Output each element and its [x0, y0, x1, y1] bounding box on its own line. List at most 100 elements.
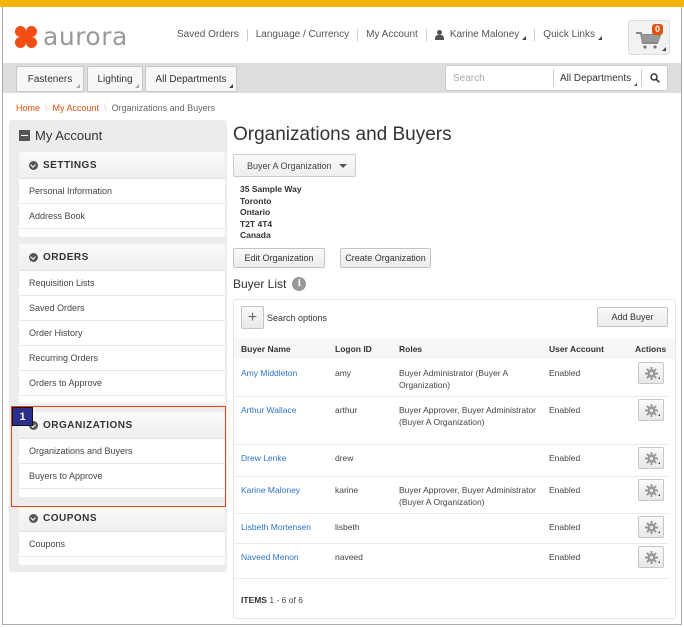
cart-button[interactable]: 0 [628, 20, 670, 55]
sidebar-section-coupons: COUPONS Coupons [19, 505, 225, 565]
add-buyer-button[interactable]: Add Buyer [597, 307, 668, 327]
sidebar-item-label: Order History [29, 328, 83, 338]
chevron-down-icon [29, 513, 38, 523]
sidebar-section-settings: SETTINGS Personal Information Address Bo… [19, 152, 225, 237]
nav-saved-orders[interactable]: Saved Orders [169, 29, 248, 41]
user-account-cell: Enabled [549, 522, 581, 532]
button-label: Lighting [97, 73, 133, 85]
table-header: Buyer Name Logon ID Roles User Account A… [234, 338, 675, 359]
create-organization-button[interactable]: Create Organization [340, 248, 431, 268]
column-header-logon-id[interactable]: Logon ID [335, 344, 372, 354]
sidebar-item-saved-orders[interactable]: Saved Orders [19, 296, 225, 321]
sidebar-title[interactable]: My Account [19, 128, 102, 143]
sidebar-item-requisition-lists[interactable]: Requisition Lists [19, 271, 225, 296]
edit-organization-button[interactable]: Edit Organization [233, 248, 325, 268]
breadcrumb: Home \ My Account \ Organizations and Bu… [16, 103, 215, 113]
dropdown-corner-icon [135, 84, 139, 88]
buyer-list-title: Buyer List i [233, 277, 307, 291]
organization-address: 35 Sample Way Toronto Ontario T2T 4T4 Ca… [240, 184, 302, 242]
buyer-list-title-label: Buyer List [233, 277, 287, 291]
dropdown-corner-icon [597, 36, 602, 40]
column-header-buyer-name[interactable]: Buyer Name [241, 344, 291, 354]
nav-label: Saved Orders [177, 29, 239, 40]
plus-icon: + [247, 308, 258, 326]
row-actions-button[interactable] [638, 362, 664, 384]
address-line: 35 Sample Way [240, 184, 302, 194]
sidebar-item-personal-information[interactable]: Personal Information [19, 179, 225, 204]
table-row: Arthur Wallace arthur Buyer Approver, Buye… [234, 397, 668, 445]
info-icon[interactable]: i [292, 277, 307, 291]
row-actions-button[interactable] [638, 516, 664, 538]
collapse-icon [19, 130, 30, 141]
search-department-select[interactable]: All Departments [553, 69, 641, 87]
column-header-user-account: User Account [549, 344, 604, 354]
section-header-coupons[interactable]: COUPONS [19, 505, 225, 532]
sidebar-item-label: Saved Orders [29, 303, 85, 313]
nav-my-account[interactable]: My Account [358, 29, 427, 41]
section-title: SETTINGS [43, 159, 98, 171]
nav-label: Karine Maloney [449, 29, 520, 40]
search-button[interactable] [641, 69, 667, 87]
sidebar-item-recurring-orders[interactable]: Recurring Orders [19, 346, 225, 371]
organization-select[interactable]: Buyer A Organization [233, 154, 356, 177]
table-row: Karine Maloney karine Buyer Approver, Buye… [234, 477, 668, 514]
buyer-name-link[interactable]: Drew Lenke [241, 453, 286, 463]
dept-lighting-button[interactable]: Lighting [87, 66, 143, 92]
button-label: All Departments [155, 73, 227, 85]
address-line: Canada [240, 230, 271, 240]
search-input[interactable] [446, 66, 553, 90]
nav-label: My Account [366, 29, 418, 40]
dropdown-corner-icon [522, 36, 527, 40]
breadcrumb-separator: \ [104, 103, 107, 113]
dropdown-corner-icon [76, 84, 80, 88]
sidebar-item-label: Personal Information [29, 186, 113, 196]
row-actions-button[interactable] [638, 399, 664, 421]
nav-quick-links[interactable]: Quick Links [535, 29, 610, 41]
logon-id-cell: arthur [335, 405, 358, 415]
buyer-name-link[interactable]: Karine Maloney [241, 485, 300, 495]
breadcrumb-my-account[interactable]: My Account [53, 103, 100, 113]
section-title: COUPONS [43, 512, 98, 524]
user-account-cell: Enabled [549, 453, 581, 463]
buyer-name-link[interactable]: Lisbeth Mortensen [241, 522, 311, 532]
sidebar-item-label: Orders to Approve [29, 378, 103, 388]
dropdown-corner-icon [658, 414, 660, 416]
sidebar-item-label: Recurring Orders [29, 353, 99, 363]
department-bar: Fasteners Lighting All Departments All D… [3, 63, 681, 93]
pagination-of: of [288, 595, 296, 605]
buyer-name-link[interactable]: Amy Middleton [241, 368, 297, 378]
dept-all-departments-button[interactable]: All Departments [145, 66, 237, 92]
brand-name: aurora [43, 22, 128, 51]
sidebar-item-coupons[interactable]: Coupons [19, 532, 225, 557]
nav-language-currency[interactable]: Language / Currency [248, 29, 359, 41]
section-header-settings[interactable]: SETTINGS [19, 152, 225, 179]
expand-search-options-button[interactable]: + [241, 306, 264, 329]
breadcrumb-home[interactable]: Home [16, 103, 40, 113]
dept-fasteners-button[interactable]: Fasteners [16, 66, 84, 92]
dropdown-corner-icon [658, 531, 660, 533]
nav-user-menu[interactable]: Karine Maloney [427, 29, 536, 41]
dropdown-corner-icon [634, 83, 637, 86]
column-header-actions: Actions [635, 344, 667, 354]
dropdown-corner-icon [658, 377, 660, 379]
site-header: aurora Saved Orders Language / Currency … [3, 7, 681, 63]
section-header-orders[interactable]: ORDERS [19, 244, 225, 271]
sidebar-item-address-book[interactable]: Address Book [19, 204, 225, 229]
highlight-box [11, 406, 226, 507]
buyer-name-link[interactable]: Arthur Wallace [241, 405, 296, 415]
row-actions-button[interactable] [638, 546, 664, 568]
search-options-label[interactable]: Search options [267, 313, 327, 323]
gear-icon [645, 551, 658, 564]
user-account-cell: Enabled [549, 485, 581, 495]
roles-cell: Buyer Approver, Buyer Administrator (Buy… [399, 485, 537, 507]
sidebar-item-order-history[interactable]: Order History [19, 321, 225, 346]
sidebar-item-orders-to-approve[interactable]: Orders to Approve [19, 371, 225, 396]
row-actions-button[interactable] [638, 479, 664, 501]
pagination-summary: ITEMS 1 - 6 of 6 [241, 595, 303, 605]
logo[interactable]: aurora [15, 24, 128, 49]
user-account-cell: Enabled [549, 552, 581, 562]
table-row: Amy Middleton amy Buyer Administrator (Buy… [234, 360, 668, 397]
dropdown-corner-icon [662, 47, 666, 51]
buyer-name-link[interactable]: Naveed Menon [241, 552, 299, 562]
row-actions-button[interactable] [638, 447, 664, 469]
